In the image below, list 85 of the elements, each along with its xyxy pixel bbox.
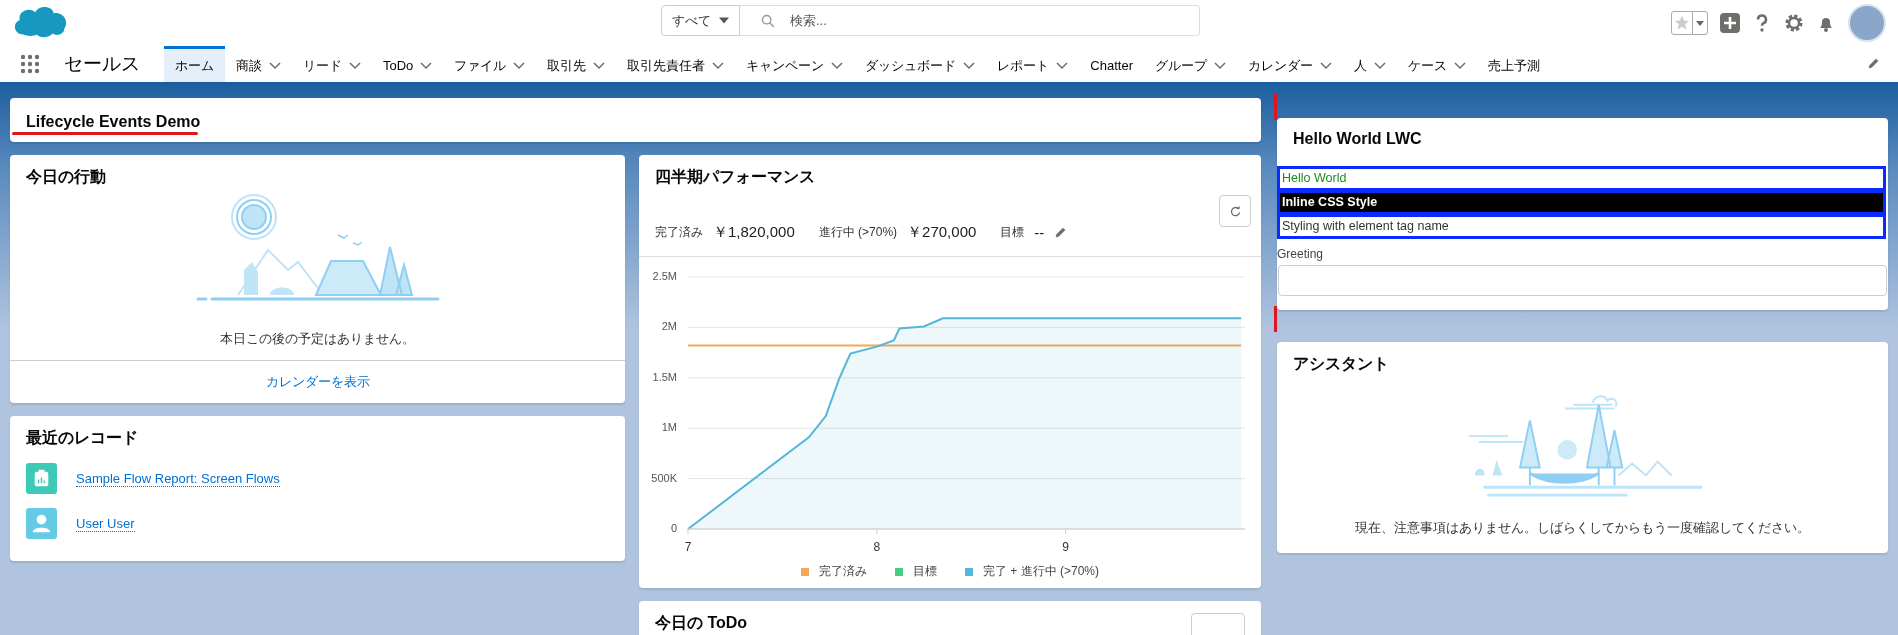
card-title: アシスタント: [1293, 354, 1389, 374]
chevron-down-icon[interactable]: [593, 61, 606, 70]
report-icon: [26, 463, 57, 494]
chevron-down-icon[interactable]: [513, 61, 526, 70]
refresh-button[interactable]: [1219, 195, 1251, 227]
refresh-icon: [1228, 204, 1242, 218]
legend-label: 完了 + 進行中 (>70%): [983, 563, 1099, 580]
stat-label: 目標: [1000, 224, 1025, 241]
chevron-down-icon[interactable]: [1056, 61, 1069, 70]
search-scope-dropdown[interactable]: すべて: [661, 5, 740, 36]
styled-text-box: Inline CSS Style: [1280, 193, 1883, 212]
nav-tab[interactable]: リード: [292, 46, 372, 82]
card-title: 四半期パフォーマンス: [655, 167, 815, 187]
y-tick-label: 500K: [651, 471, 677, 484]
favorites-button[interactable]: [1671, 11, 1708, 35]
x-tick-label: 7: [684, 540, 692, 554]
nav-tab[interactable]: ToDo: [372, 46, 444, 82]
chevron-down-icon[interactable]: [1454, 61, 1466, 70]
accent-bar: [1274, 94, 1277, 120]
nav-tab[interactable]: ダッシュボード: [854, 46, 987, 82]
nav-tab[interactable]: ファイル: [443, 46, 537, 82]
chevron-down-icon[interactable]: [712, 61, 725, 70]
stat-label: 完了済み: [655, 224, 703, 241]
nav-tab[interactable]: キャンペーン: [735, 46, 855, 82]
greeting-input[interactable]: [1278, 265, 1887, 296]
field-label: Greeting: [1277, 247, 1325, 261]
chevron-down-icon[interactable]: [963, 61, 976, 70]
user-icon: [26, 508, 57, 539]
chevron-down-icon[interactable]: [831, 61, 844, 70]
nav-tab[interactable]: ホーム: [164, 46, 225, 82]
nav-tab[interactable]: グループ: [1144, 46, 1237, 82]
record-link[interactable]: User User: [76, 515, 135, 532]
app-launcher-icon[interactable]: [20, 54, 40, 74]
nav-tab[interactable]: レポート: [986, 46, 1080, 82]
y-tick-label: 1.5M: [652, 370, 677, 383]
legend-swatch: [801, 567, 809, 576]
stat-value: ￥270,000: [907, 223, 977, 242]
legend-swatch: [965, 567, 973, 576]
page-title: Lifecycle Events Demo: [26, 112, 202, 131]
nav-tab[interactable]: カレンダー: [1237, 46, 1343, 82]
chevron-down-icon[interactable]: [420, 61, 433, 70]
card-title: 今日の行動: [26, 167, 106, 187]
nav-tab[interactable]: 取引先: [536, 46, 617, 82]
card-title: 今日の ToDo: [655, 613, 748, 633]
empty-message: 本日この後の予定はありません。: [220, 330, 415, 348]
stat-label: 進行中 (>70%): [818, 224, 898, 241]
y-tick-label: 1M: [661, 421, 677, 434]
y-tick-label: 2.5M: [652, 269, 677, 282]
nav-tab[interactable]: 商談: [225, 46, 292, 82]
chevron-down-icon[interactable]: [1214, 61, 1226, 70]
y-tick-label: 0: [670, 521, 677, 534]
y-tick-label: 2M: [661, 320, 677, 333]
x-tick-label: 8: [873, 540, 881, 554]
nav-tab[interactable]: 取引先責任者: [616, 46, 736, 82]
legend-label: 完了済み: [819, 563, 867, 580]
accent-bar: [1274, 306, 1277, 332]
empty-message: 現在、注意事項はありません。しばらくしてからもう一度確認してください。: [1355, 519, 1810, 537]
edit-icon[interactable]: [1054, 226, 1068, 239]
card-title: 最近のレコード: [26, 428, 139, 448]
x-tick-label: 9: [1062, 540, 1069, 554]
nav-tab[interactable]: Chatter: [1079, 46, 1144, 82]
add-icon[interactable]: [1720, 13, 1740, 33]
chevron-down-icon[interactable]: [1320, 61, 1332, 70]
star-icon: [1674, 15, 1690, 31]
chevron-down-icon[interactable]: [349, 61, 361, 70]
styled-text-box: Styling with element tag name: [1280, 217, 1883, 236]
app-name: セールス: [64, 52, 140, 76]
nav-tab[interactable]: ケース: [1397, 46, 1477, 82]
edit-icon[interactable]: [1867, 57, 1880, 70]
record-link[interactable]: Sample Flow Report: Screen Flows: [76, 470, 280, 487]
stat-value: ￥1,820,000: [713, 223, 795, 242]
chevron-down-icon[interactable]: [269, 61, 281, 70]
search-field[interactable]: 検索...: [740, 5, 1200, 36]
chevron-down-icon[interactable]: [1374, 61, 1386, 70]
caret-icon: [719, 17, 729, 24]
nav-tab[interactable]: 売上予測: [1477, 46, 1551, 82]
stat-value: --: [1034, 224, 1045, 241]
card-title: Hello World LWC: [1292, 130, 1423, 149]
calendar-link[interactable]: カレンダーを表示: [265, 374, 370, 389]
styled-text-box: Hello World: [1280, 169, 1883, 188]
legend-label: 目標: [913, 563, 937, 580]
nav-tab[interactable]: 人: [1343, 46, 1397, 82]
caret-icon: [1696, 20, 1704, 26]
settings-icon[interactable]: [1784, 13, 1804, 33]
legend-swatch: [895, 567, 903, 576]
